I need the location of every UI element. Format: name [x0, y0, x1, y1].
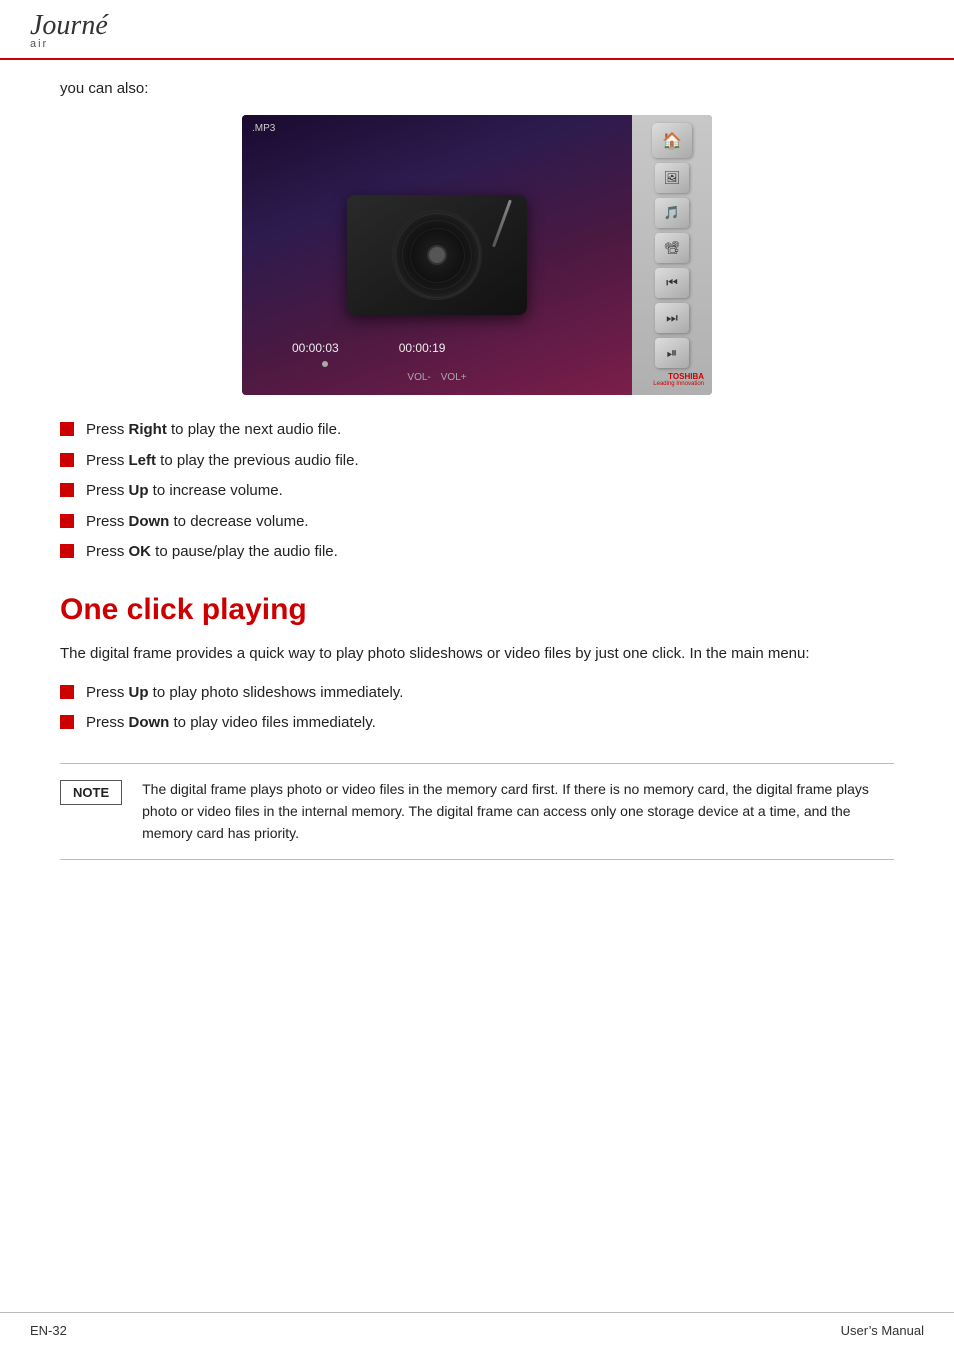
footer-page-number: EN-32: [30, 1323, 67, 1338]
bullet-icon: [60, 422, 74, 436]
intro-text: you can also:: [60, 80, 894, 97]
list-item: Press Down to play video files immediate…: [60, 712, 894, 735]
screen-controls: VOL- VOL+: [407, 372, 466, 383]
list-item-text: Press Up to play photo slideshows immedi…: [86, 682, 403, 705]
header: Journé air: [0, 0, 954, 60]
turntable-record: [392, 210, 482, 300]
list-item-text: Press OK to pause/play the audio file.: [86, 541, 338, 564]
bullet-icon: [60, 685, 74, 699]
time-elapsed: 00:00:03: [292, 341, 339, 355]
btn-home: 🏠: [652, 123, 692, 158]
list-item: Press Up to increase volume.: [60, 480, 894, 503]
note-text: The digital frame plays photo or video f…: [142, 778, 894, 845]
note-label: NOTE: [60, 780, 122, 805]
section-intro: The digital frame provides a quick way t…: [60, 642, 894, 666]
vol-plus-label: VOL+: [441, 372, 467, 383]
note-container: NOTE The digital frame plays photo or vi…: [60, 763, 894, 860]
list-item-text: Press Right to play the next audio file.: [86, 419, 341, 442]
footer-manual-label: User’s Manual: [841, 1323, 924, 1338]
list-item-text: Press Left to play the previous audio fi…: [86, 450, 359, 473]
vol-minus-label: VOL-: [407, 372, 430, 383]
btn-music: 🎵: [655, 198, 689, 228]
key-ok: OK: [129, 543, 152, 560]
bullet-icon: [60, 715, 74, 729]
key-down: Down: [129, 513, 170, 530]
list-item: Press Down to decrease volume.: [60, 511, 894, 534]
bullet-icon: [60, 544, 74, 558]
key-right: Right: [129, 421, 167, 438]
one-click-bullet-list: Press Up to play photo slideshows immedi…: [60, 682, 894, 735]
page-container: Journé air you can also: .MP3: [0, 0, 954, 1348]
list-item-text: Press Up to increase volume.: [86, 480, 283, 503]
key-down-2: Down: [129, 714, 170, 731]
list-item: Press Left to play the previous audio fi…: [60, 450, 894, 473]
screen-times: 00:00:03 00:00:19: [292, 341, 445, 355]
btn-video: 📽: [655, 233, 689, 263]
footer: EN-32 User’s Manual: [0, 1312, 954, 1348]
device-screen: .MP3 00:00:03: [242, 115, 632, 395]
section-heading: One click playing: [60, 592, 894, 628]
key-up: Up: [129, 482, 149, 499]
device-buttons-panel: 🏠 🖼 🎵 📽 ⏮ ⏭ ⏯: [632, 115, 712, 395]
btn-playpause: ⏯: [655, 338, 689, 368]
logo-area: Journé air: [30, 12, 108, 50]
logo-text: Journé: [30, 12, 108, 40]
turntable-base: [347, 195, 527, 315]
turntable-area: [337, 175, 537, 335]
screen-header: .MP3: [252, 123, 275, 134]
key-left: Left: [129, 452, 157, 469]
list-item-text: Press Down to decrease volume.: [86, 511, 309, 534]
logo-subtext: air: [30, 38, 48, 50]
btn-next: ⏭: [655, 303, 689, 333]
device-image-container: .MP3 00:00:03: [60, 115, 894, 395]
bullet-icon: [60, 483, 74, 497]
toshiba-label: TOSHIBA Leading Innovation: [653, 372, 704, 387]
time-total: 00:00:19: [399, 341, 446, 355]
list-item: Press OK to pause/play the audio file.: [60, 541, 894, 564]
list-item: Press Up to play photo slideshows immedi…: [60, 682, 894, 705]
bullet-icon: [60, 453, 74, 467]
main-content: you can also: .MP3: [0, 60, 954, 920]
key-up-2: Up: [129, 684, 149, 701]
btn-photo: 🖼: [655, 163, 689, 193]
btn-prev: ⏮: [655, 268, 689, 298]
device-image: .MP3 00:00:03: [242, 115, 712, 395]
list-item: Press Right to play the next audio file.: [60, 419, 894, 442]
screen-dot: [322, 361, 328, 367]
list-item-text: Press Down to play video files immediate…: [86, 712, 376, 735]
bullet-icon: [60, 514, 74, 528]
record-arm: [492, 199, 512, 247]
audio-bullet-list: Press Right to play the next audio file.…: [60, 419, 894, 564]
